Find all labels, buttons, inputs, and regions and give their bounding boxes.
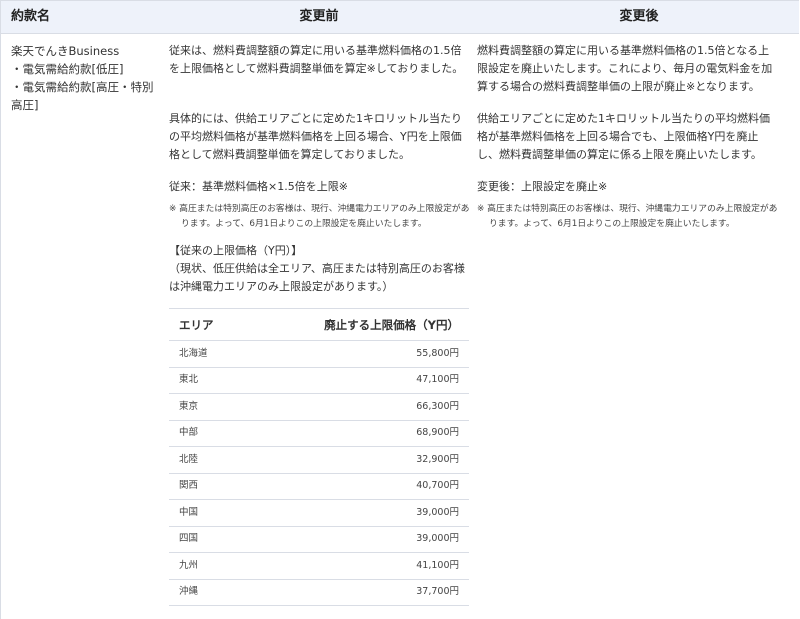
header-contract-name: 約款名 (11, 9, 51, 24)
table-row: 中国 39,000円 (169, 499, 469, 527)
after-note: ※ 高圧または特別高圧のお客様は、現行、沖縄電力エリアのみ上限設定があります。よ… (477, 204, 778, 229)
area-cell: 沖縄 (169, 579, 248, 606)
price-table-title: 【従来の上限価格（Y円）】 (169, 244, 303, 257)
price-cell: 68,900円 (247, 420, 469, 447)
before-paragraph-1: 従来は、燃料費調整額の算定に用いる基準燃料価格の1.5倍を上限価格として燃料費調… (169, 44, 464, 75)
price-cell: 47,100円 (247, 367, 469, 394)
price-column-header: 廃止する上限価格（Y円） (247, 308, 469, 341)
price-table-header-row: エリア 廃止する上限価格（Y円） (169, 308, 469, 341)
area-cell: 中部 (169, 420, 248, 447)
table-row: 中部 68,900円 (169, 420, 469, 447)
price-cell: 40,700円 (247, 473, 469, 500)
table-row: 四国 39,000円 (169, 526, 469, 553)
price-cell: 39,000円 (247, 526, 469, 553)
area-cell: 四国 (169, 526, 248, 553)
area-column-header: エリア (169, 308, 248, 341)
area-cell: 東京 (169, 393, 248, 421)
table-row: 沖縄 37,700円 (169, 579, 469, 606)
before-formula: 従来：基準燃料価格×1.5倍を上限※ (169, 180, 348, 193)
area-cell: 九州 (169, 552, 248, 580)
price-cell: 55,800円 (247, 340, 469, 368)
contract-line: ・電気需給約款[低圧] (11, 62, 124, 76)
after-cell: 燃料費調整額の算定に用いる基準燃料価格の1.5倍となる上限設定を廃止いたします。… (469, 34, 779, 606)
before-note: ※ 高圧または特別高圧のお客様は、現行、沖縄電力エリアのみ上限設定があります。よ… (169, 204, 470, 229)
area-cell: 関西 (169, 473, 248, 500)
comparison-table: 約款名 変更前 変更後 楽天でんきBusiness ・電気需給約款[低圧] ・電… (0, 0, 799, 619)
after-formula: 変更後：上限設定を廃止※ (477, 180, 608, 193)
after-paragraph-1: 燃料費調整額の算定に用いる基準燃料価格の1.5倍となる上限設定を廃止いたします。… (477, 44, 773, 93)
contract-line: ・電気需給約款[高圧・特別 (11, 80, 154, 94)
table-row: 九州 41,100円 (169, 552, 469, 580)
contract-name-cell: 楽天でんきBusiness ・電気需給約款[低圧] ・電気需給約款[高圧・特別 … (1, 34, 159, 606)
contract-line: 高圧] (11, 98, 39, 112)
price-cell: 39,000円 (247, 499, 469, 527)
table-row: 東北 47,100円 (169, 367, 469, 394)
before-cell: 従来は、燃料費調整額の算定に用いる基準燃料価格の1.5倍を上限価格として燃料費調… (159, 34, 469, 606)
area-cell: 北海道 (169, 340, 248, 368)
before-paragraph-2: 具体的には、供給エリアごとに定めた1キロリットル当たりの平均燃料価格が基準燃料価… (169, 112, 462, 161)
table-header: 約款名 変更前 変更後 (1, 1, 799, 34)
header-after: 変更後 (619, 9, 659, 24)
contract-line: 楽天でんきBusiness (11, 44, 120, 58)
table-row: 北陸 32,900円 (169, 446, 469, 474)
price-table: エリア 廃止する上限価格（Y円） 北海道 55,800円 東北 47,100円 東京… (169, 308, 469, 606)
table-row: 関西 40,700円 (169, 473, 469, 500)
after-paragraph-2: 供給エリアごとに定めた1キロリットル当たりの平均燃料価格が基準燃料価格を上回る場… (477, 112, 770, 161)
table-row: 北海道 55,800円 (169, 340, 469, 368)
table-row: 東京 66,300円 (169, 393, 469, 421)
price-cell: 66,300円 (247, 393, 469, 421)
table-body: 楽天でんきBusiness ・電気需給約款[低圧] ・電気需給約款[高圧・特別 … (1, 34, 799, 606)
price-cell: 41,100円 (247, 552, 469, 580)
area-cell: 北陸 (169, 446, 248, 474)
header-before: 変更前 (299, 9, 339, 24)
area-cell: 中国 (169, 499, 248, 527)
price-cell: 37,700円 (247, 579, 469, 606)
price-cell: 32,900円 (247, 446, 469, 474)
price-table-subtitle: （現状、低圧供給は全エリア、高圧または特別高圧のお客様は沖縄電力エリアのみ上限設… (169, 262, 465, 293)
area-cell: 東北 (169, 367, 248, 394)
